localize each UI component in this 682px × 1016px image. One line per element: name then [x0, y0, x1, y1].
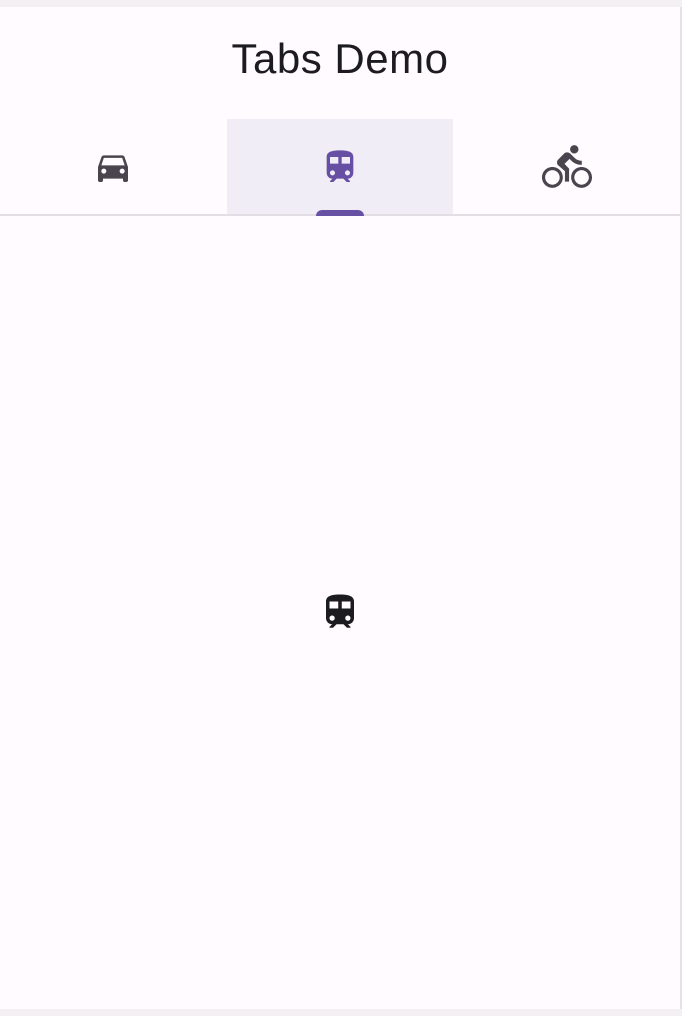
tab-content [0, 216, 680, 1009]
page-title: Tabs Demo [231, 35, 449, 82]
car-icon [93, 147, 133, 187]
train-icon [319, 587, 361, 638]
tab-car[interactable] [0, 119, 227, 214]
app-bar: Tabs Demo [0, 7, 680, 119]
tab-bar [0, 119, 680, 216]
app-window: Tabs Demo [0, 7, 682, 1009]
tab-train[interactable] [226, 119, 454, 216]
train-icon [320, 147, 360, 187]
tab-bike[interactable] [453, 119, 680, 214]
bike-icon [541, 142, 592, 192]
